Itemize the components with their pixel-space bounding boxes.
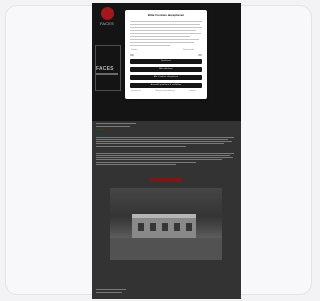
- dialog-text-line: [130, 21, 202, 22]
- accept-all-button[interactable]: Alle Cookies akzeptieren: [130, 75, 202, 80]
- dialog-text-line: [130, 24, 200, 25]
- details-link[interactable]: Details: [131, 49, 137, 52]
- cookies-link[interactable]: Cookies: [189, 90, 196, 93]
- dialog-text-line: [130, 42, 194, 43]
- dialog-text-line: [130, 33, 201, 34]
- dialog-text-line: [130, 30, 196, 31]
- consent-toggle[interactable]: [130, 54, 134, 56]
- reject-all-button[interactable]: Alle ablehnen: [130, 67, 202, 72]
- privacy-link[interactable]: Datenschutz: [183, 49, 194, 52]
- save-button[interactable]: Speichern: [130, 59, 202, 64]
- dialog-title: Bitte Cookies akzeptieren: [147, 13, 185, 17]
- consent-toggle[interactable]: [198, 54, 202, 56]
- dialog-text-line: [130, 45, 170, 46]
- dialog-text-line: [130, 39, 199, 40]
- privacy-policy-link[interactable]: Datenschutzerklärung: [155, 90, 174, 93]
- website-screenshot: FACES FACES Bitte Cookies akzeptieren De…: [92, 3, 241, 299]
- cookie-consent-dialog: Bitte Cookies akzeptieren Details Datens…: [125, 10, 207, 99]
- dialog-text-line: [130, 27, 202, 28]
- save-selection-button[interactable]: Auswahl speichern & schließen: [130, 83, 202, 88]
- dialog-text-line: [130, 36, 190, 37]
- imprint-link[interactable]: Impressum: [131, 90, 141, 93]
